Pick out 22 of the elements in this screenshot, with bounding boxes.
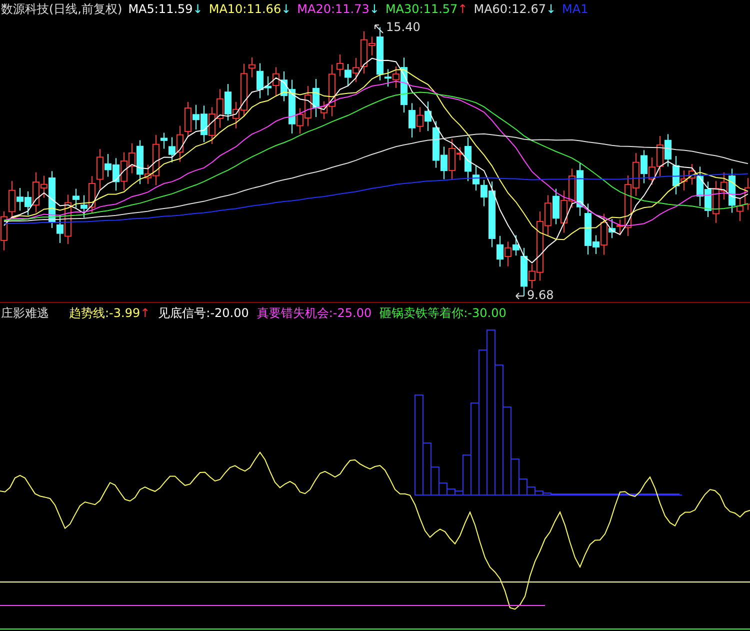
legend-value: 趋势线:-3.99 (69, 304, 140, 322)
high-price-label: 15.40 (386, 20, 420, 34)
stock-title: 数源科技(日线,前复权) (1, 0, 122, 18)
trend-arrow: ↑ (458, 2, 468, 16)
legend-value: MA5:11.59 (128, 2, 193, 16)
pointer-arrow-icon (374, 24, 384, 34)
trend-arrow: ↓ (369, 2, 380, 16)
low-price-label: 9.68 (527, 288, 554, 302)
trend-arrow: ↓ (546, 2, 556, 16)
legend-value: 见底信号:-20.00 (158, 304, 249, 322)
legend-value: 砸锅卖铁等着你:-30.00 (380, 304, 506, 322)
trend-arrow: ↑ (140, 306, 150, 320)
legend-value: MA10:11.66 (208, 2, 282, 16)
pointer-arrow-icon (515, 291, 525, 301)
trend-arrow: ↓ (192, 2, 203, 16)
trend-arrow: ↓ (281, 2, 292, 16)
legend-value: 真要错失机会:-25.00 (256, 304, 372, 322)
legend-value: MA60:12.67 (474, 2, 546, 16)
legend-value: MA30:11.57 (385, 2, 458, 16)
indicator-title: 庄影难逃 (1, 304, 50, 322)
legend-value: MA20:11.73 (297, 2, 370, 16)
legend-value: MA1 (562, 2, 588, 16)
